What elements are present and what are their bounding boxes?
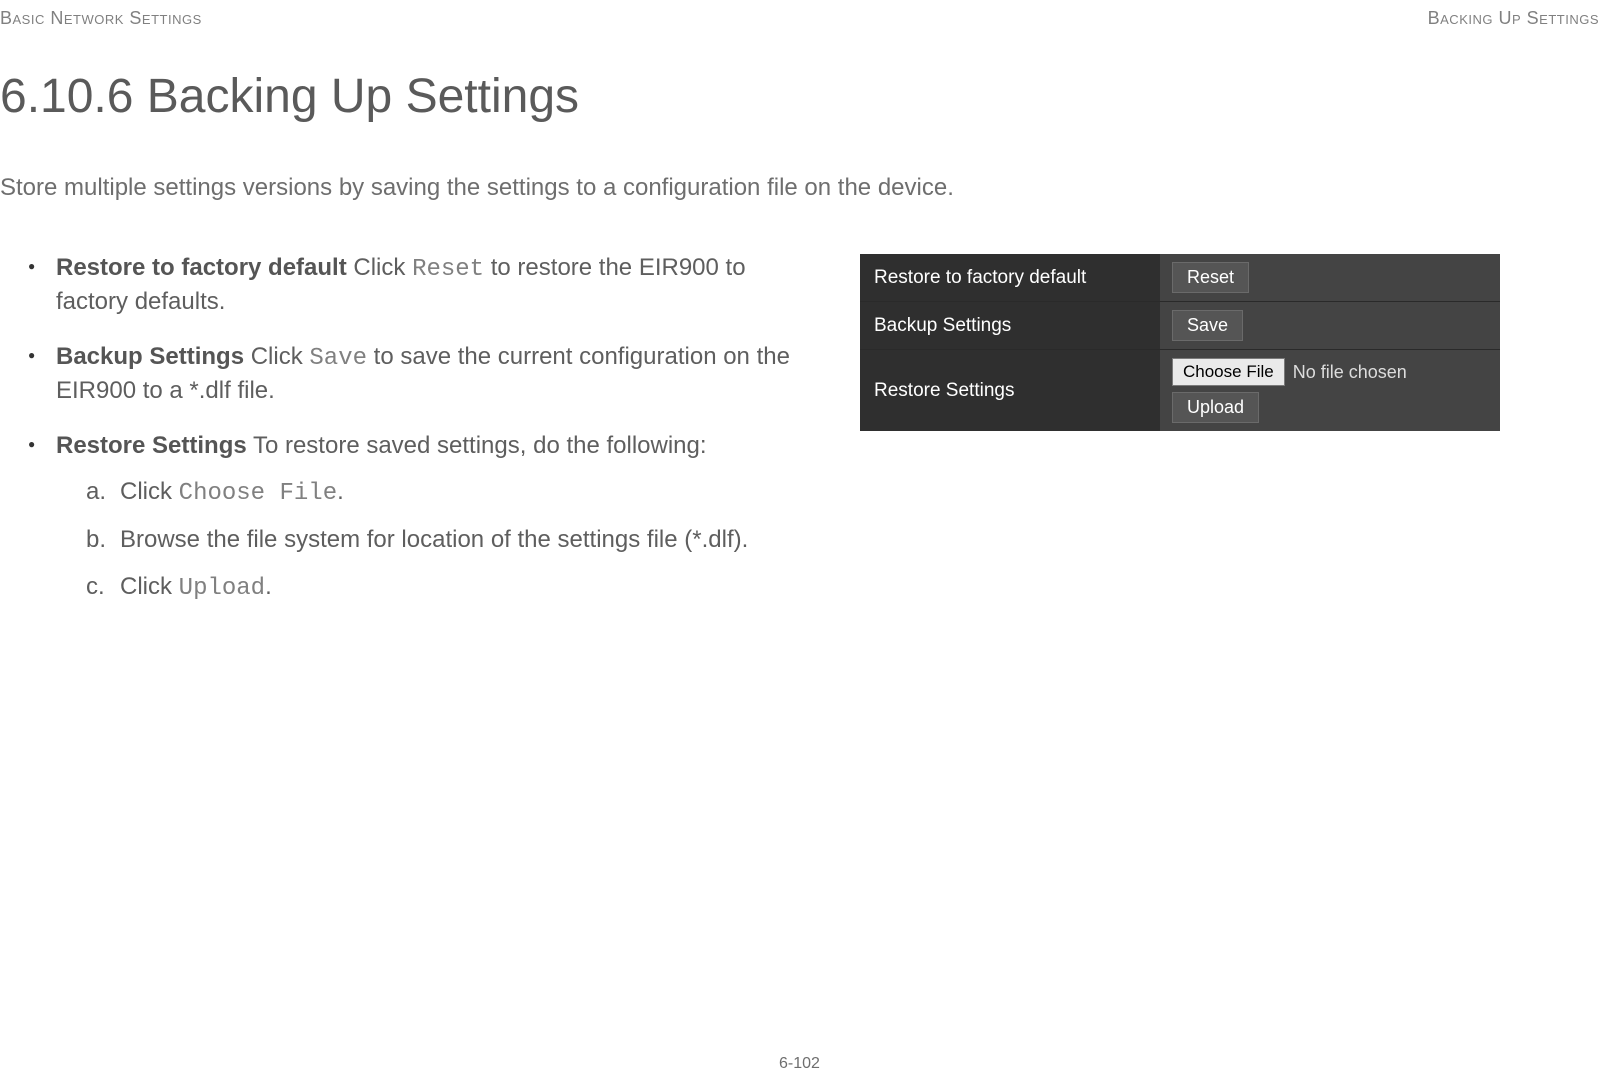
header-left: Basic Network Settings [0, 8, 202, 29]
upload-button[interactable]: Upload [1172, 392, 1259, 423]
step-c: Click Upload. [86, 571, 820, 605]
panel-row-restore: Restore to factory default Reset [860, 254, 1500, 302]
step-c-before: Click [120, 573, 179, 600]
step-a-after: . [337, 478, 344, 505]
bullet-restore-settings-text: To restore saved settings, do the fol­lo… [247, 432, 707, 459]
bullet-restore-default-before: Click [347, 254, 412, 281]
bullet-restore-default-code: Reset [412, 256, 484, 283]
text-column: Restore to factory default Click Reset t… [0, 252, 820, 627]
settings-panel: Restore to factory default Reset Backup … [860, 254, 1500, 431]
bullet-restore-settings: Restore Settings To restore saved settin… [28, 430, 820, 606]
panel-label-restore-settings: Restore Settings [860, 350, 1160, 431]
page-title: 6.10.6 Backing Up Settings [0, 69, 1599, 124]
reset-button[interactable]: Reset [1172, 262, 1249, 293]
bullet-restore-settings-label: Restore Settings [56, 432, 247, 459]
step-a: Click Choose File. [86, 476, 820, 510]
choose-file-button[interactable]: Choose File [1172, 358, 1285, 386]
panel-label-backup: Backup Settings [860, 302, 1160, 349]
step-c-code: Upload [179, 575, 265, 602]
panel-row-backup: Backup Settings Save [860, 302, 1500, 350]
step-a-code: Choose File [179, 480, 337, 507]
no-file-chosen-text: No file chosen [1293, 362, 1407, 383]
step-a-before: Click [120, 478, 179, 505]
save-button[interactable]: Save [1172, 310, 1243, 341]
bullet-backup-before: Click [244, 343, 309, 370]
step-b: Browse the file system for location of t… [86, 524, 820, 556]
step-c-after: . [265, 573, 272, 600]
bullet-restore-default: Restore to factory default Click Reset t… [28, 252, 820, 319]
intro-text: Store multiple settings versions by savi… [0, 174, 1599, 202]
panel-label-restore: Restore to factory default [860, 254, 1160, 301]
bullet-backup: Backup Settings Click Save to save the c… [28, 341, 820, 408]
bullet-backup-code: Save [309, 345, 367, 372]
panel-row-restore-settings: Restore Settings Choose File No file cho… [860, 350, 1500, 431]
bullet-restore-default-label: Restore to factory default [56, 254, 347, 281]
header-right: Backing Up Settings [1428, 8, 1599, 29]
bullet-backup-label: Backup Settings [56, 343, 244, 370]
page-number: 6-102 [0, 1055, 1599, 1073]
